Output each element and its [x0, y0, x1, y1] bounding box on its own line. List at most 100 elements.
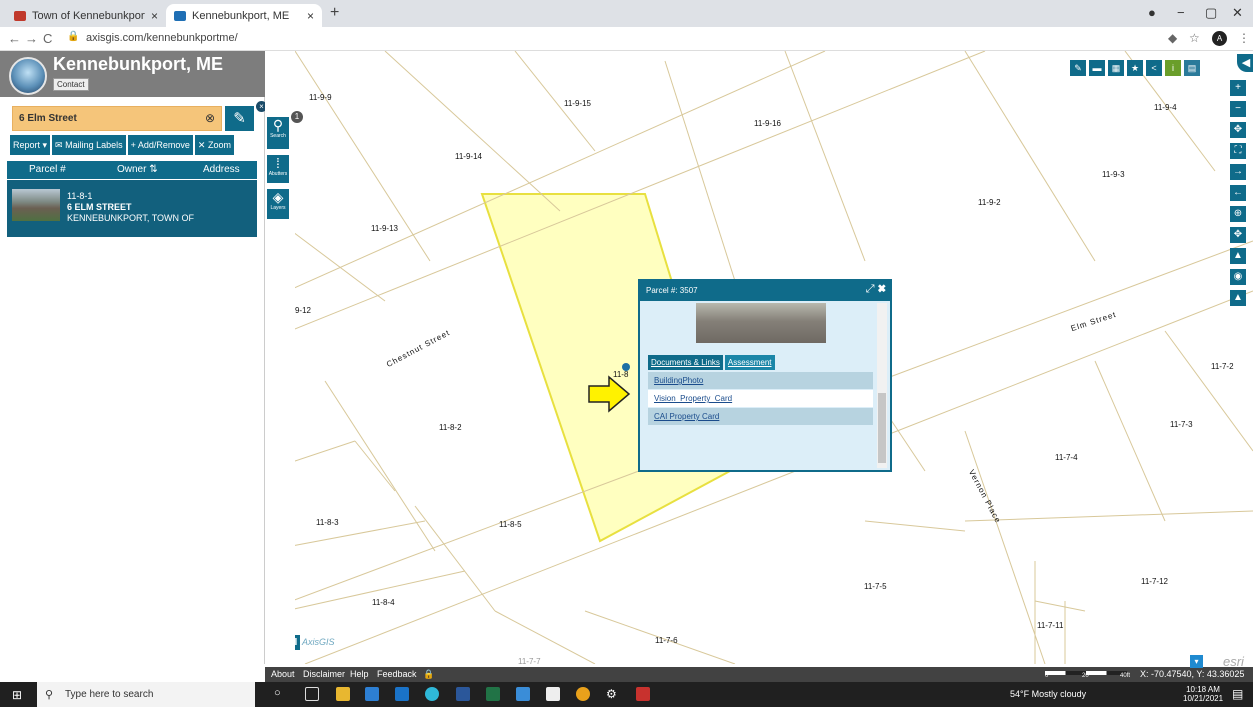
search-input[interactable]: 6 Elm Street ⊗ [12, 106, 222, 131]
teams-icon[interactable] [516, 687, 530, 701]
column-owner[interactable]: Owner ⇅ [117, 164, 158, 175]
reload-icon[interactable]: C [43, 31, 52, 46]
menu-icon[interactable]: ◀ [1237, 54, 1253, 72]
windows-taskbar: ⊞ ⚲ Type here to search ○ ⚙ 54°F Mostly … [0, 682, 1253, 707]
coordinates-readout: X: -70.47540, Y: 43.36025 [1140, 669, 1245, 679]
word-icon[interactable] [456, 687, 470, 701]
search-label: Search [270, 133, 286, 139]
yellow-arrow-annotation [588, 375, 631, 413]
feedback-link[interactable]: Feedback [377, 669, 417, 679]
zoom-button[interactable]: ✕ Zoom [194, 135, 234, 155]
bookmark-star-icon[interactable]: ☆ [1189, 31, 1200, 45]
locate-icon[interactable]: ◉ [1230, 269, 1246, 285]
task-view-icon[interactable] [305, 687, 319, 701]
account-circle-icon[interactable]: ● [1148, 5, 1156, 20]
new-tab-button[interactable]: + [330, 4, 339, 22]
navigate-icon[interactable]: ✥ [1230, 227, 1246, 243]
parcel-label: 11-7-4 [1055, 453, 1078, 462]
profile-avatar[interactable]: A [1212, 31, 1227, 46]
street-view-icon[interactable]: ▲ [1230, 248, 1246, 264]
app-icon[interactable] [546, 687, 560, 701]
about-link[interactable]: About [271, 669, 295, 679]
cortana-icon[interactable]: ○ [274, 687, 288, 701]
previous-extent-icon[interactable]: ← [1230, 185, 1246, 201]
tab-close-icon[interactable]: × [151, 9, 158, 23]
parcel-label: 11-9-15 [564, 99, 591, 108]
mailing-labels-button[interactable]: ✉ Mailing Labels [52, 135, 126, 155]
link-vision-property-card[interactable]: Vision_Property_Card [648, 390, 873, 407]
search-tool[interactable]: ⚲ Search [267, 117, 289, 149]
zoom-out-icon[interactable]: − [1230, 101, 1246, 117]
help-link[interactable]: Help [350, 669, 369, 679]
windows-start-icon[interactable]: ⊞ [12, 688, 22, 702]
column-address[interactable]: Address [203, 164, 240, 175]
store-icon[interactable] [365, 687, 379, 701]
maximize-icon[interactable]: ▢ [1205, 5, 1217, 21]
excel-icon[interactable] [486, 687, 500, 701]
tab-close-icon[interactable]: × [307, 9, 314, 23]
minimize-icon[interactable]: − [1177, 5, 1185, 20]
popup-scrollbar[interactable] [877, 303, 887, 468]
acrobat-icon[interactable] [636, 687, 650, 701]
grid-icon[interactable]: ▦ [1108, 60, 1124, 76]
browser-tab-town[interactable]: Town of Kennebunkport, ME | × [6, 4, 166, 27]
browser-tab-axisgis[interactable]: Kennebunkport, ME × [166, 4, 322, 27]
zoom-tools: + − ✥ ⛶ → ← ⊕ ✥ ▲ ◉ ▲ [1230, 80, 1246, 311]
table-row[interactable]: 11-8-1 6 ELM STREET KENNEBUNKPORT, TOWN … [7, 180, 257, 237]
results-table-header: Parcel # Owner ⇅ Address [7, 161, 257, 179]
chrome-icon[interactable] [576, 687, 590, 701]
column-parcel[interactable]: Parcel # [29, 164, 66, 175]
share-icon[interactable]: < [1146, 60, 1162, 76]
tab-assessment[interactable]: Assessment [724, 355, 775, 370]
clear-search-icon[interactable]: ⊗ [205, 111, 215, 125]
abutters-tool[interactable]: ⁞ Abutters [267, 155, 289, 183]
notifications-icon[interactable]: ▤ [1232, 687, 1243, 701]
edit-search-button[interactable]: ✎ [225, 106, 254, 131]
mail-icon[interactable] [395, 687, 409, 701]
settings-gear-icon[interactable]: ⚙ [606, 687, 620, 701]
add-remove-button[interactable]: + Add/Remove [127, 135, 193, 155]
tab-documents-links[interactable]: Documents & Links [648, 355, 723, 370]
parcel-label: 11-9-13 [371, 224, 398, 233]
close-icon[interactable]: ✖ [878, 283, 886, 295]
file-explorer-icon[interactable] [336, 687, 350, 701]
back-icon[interactable]: ← [8, 31, 21, 46]
full-extent-icon[interactable]: ⛶ [1230, 143, 1246, 159]
parcel-label: 11-7-2 [1211, 362, 1234, 371]
expand-down-icon[interactable]: ▾ [1190, 655, 1203, 668]
forward-icon[interactable]: → [25, 31, 38, 46]
measure-icon[interactable]: ▬ [1089, 60, 1105, 76]
menu-kebab-icon[interactable]: ⋮ [1238, 31, 1250, 45]
zoom-box-icon[interactable]: ⊕ [1230, 206, 1246, 222]
disclaimer-link[interactable]: Disclaimer [303, 669, 345, 679]
edge-icon[interactable] [425, 687, 439, 701]
popup-header: Parcel #: 3507 ⤢ ✖ [640, 281, 890, 301]
parcel-label: 11-9-4 [1154, 103, 1177, 112]
report-button[interactable]: Report ▾ [10, 135, 51, 155]
parcel-label: 11-7-5 [864, 582, 887, 591]
weather-status[interactable]: 54°F Mostly cloudy [1010, 689, 1086, 699]
draw-pencil-icon[interactable]: ✎ [1070, 60, 1086, 76]
next-extent-icon[interactable]: → [1230, 164, 1246, 180]
star-icon[interactable]: ★ [1127, 60, 1143, 76]
taskbar-search[interactable]: ⚲ Type here to search [37, 682, 255, 707]
window-close-icon[interactable]: ✕ [1232, 5, 1243, 21]
layers-tool[interactable]: ◈ Layers [267, 189, 289, 219]
info-icon[interactable]: i [1165, 60, 1181, 76]
contact-button[interactable]: Contact [53, 78, 89, 91]
extension-icon[interactable]: ◆ [1168, 31, 1177, 45]
basemap-icon[interactable]: ▲ [1230, 290, 1246, 306]
url-field[interactable]: axisgis.com/kennebunkportme/ [86, 32, 238, 44]
link-building-photo[interactable]: BuildingPhoto [648, 372, 873, 389]
system-clock[interactable]: 10:18 AM 10/21/2021 [1183, 685, 1223, 703]
zoom-in-icon[interactable]: + [1230, 80, 1246, 96]
map-canvas[interactable]: 11-9-9 11-9-15 11-9-16 11-9-4 11-9-14 11… [265, 51, 1253, 664]
scroll-thumb[interactable] [878, 393, 886, 463]
pan-icon[interactable]: ✥ [1230, 122, 1246, 138]
link-cai-property-card[interactable]: CAI Property Card [648, 408, 873, 425]
parcel-label: 11-7-7 [518, 657, 541, 664]
print-icon[interactable]: ▤ [1184, 60, 1200, 76]
expand-icon[interactable]: ⤢ [866, 283, 875, 295]
esri-logo: esri [1223, 654, 1244, 669]
popup-title: Parcel #: 3507 [646, 286, 698, 295]
